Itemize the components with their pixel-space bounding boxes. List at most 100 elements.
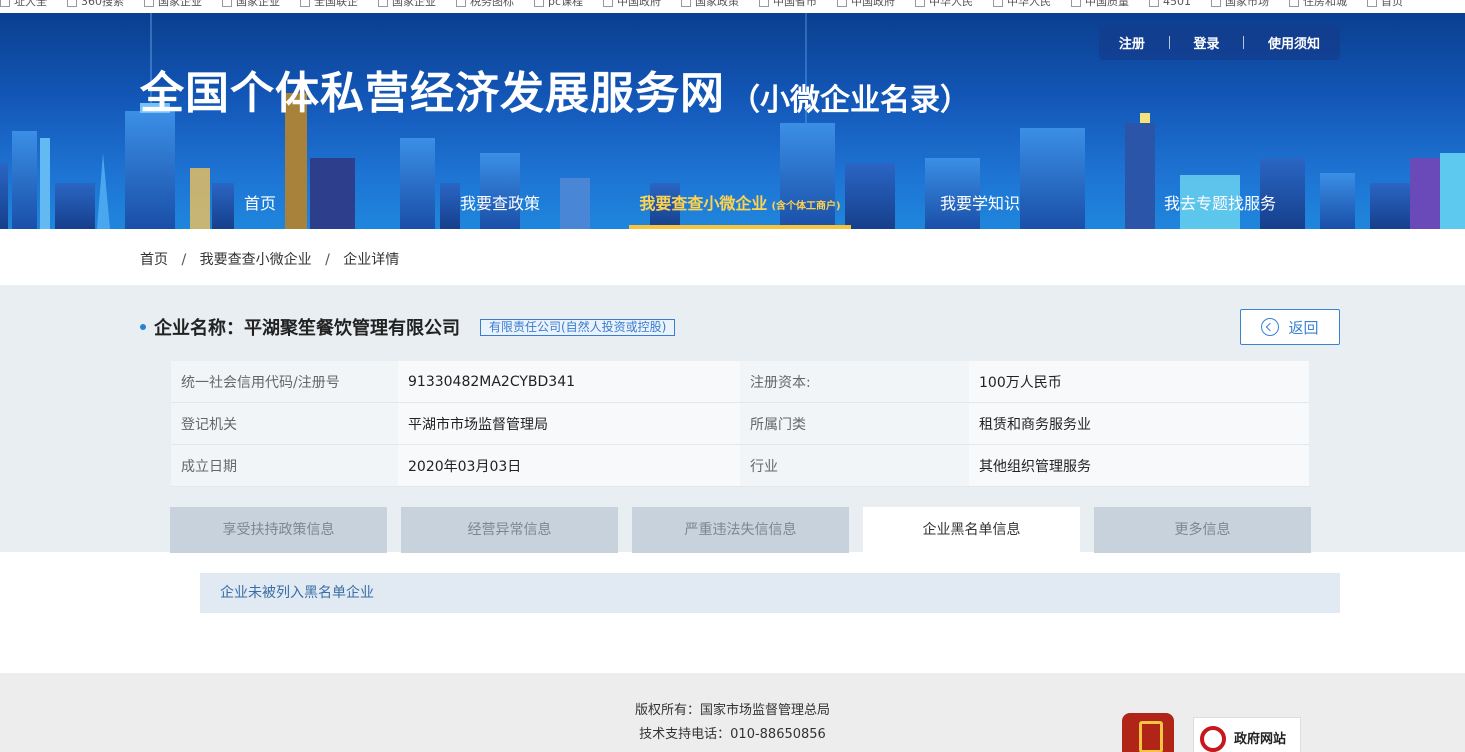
bookmark-icon — [534, 0, 544, 7]
tab-serious-violation[interactable]: 严重违法失信信息 — [632, 507, 849, 553]
login-link[interactable]: 登录 — [1193, 33, 1219, 52]
bookmark-label: 国家企业 — [392, 0, 436, 8]
company-name-label: 企业名称： — [154, 318, 244, 339]
bookmark-icon — [759, 0, 770, 7]
table-row: 登记机关 平湖市市场监督管理局 所属门类 租赁和商务服务业 — [171, 403, 1309, 445]
bookmark-item[interactable]: pc课程 — [534, 0, 583, 7]
bookmark-item[interactable]: 4501 — [1149, 0, 1191, 7]
user-links: 注册 登录 使用须知 — [1099, 25, 1340, 60]
bookmark-icon — [993, 0, 1004, 7]
bookmark-item[interactable]: 首页 — [1367, 0, 1403, 7]
bookmark-item[interactable]: 国家政策 — [681, 0, 739, 7]
main-nav: 首页 我要查政策 我要查查小微企业 (含个体工商户) 我要学知识 我去专题找服务 — [0, 189, 1465, 229]
bookmark-item[interactable]: 国家市场 — [1211, 0, 1269, 7]
bookmark-icon — [0, 0, 10, 7]
breadcrumb-small-business[interactable]: 我要查查小微企业 — [200, 252, 312, 268]
bookmark-item[interactable]: 国家企业 — [378, 0, 436, 7]
footer: 版权所有：国家市场监督管理总局 技术支持电话：010-88650856 政府网站 — [0, 673, 1465, 752]
nav-item-label: 我去专题找服务 — [1163, 194, 1276, 213]
bookmark-icon — [915, 0, 926, 7]
back-button-label: 返回 — [1288, 318, 1319, 337]
bookmarks-bar: 址大全 360搜索 国家企业 国家企业 全国联企 国家企业 税务图标 pc课程 中国政府 国家政策… — [0, 0, 1465, 13]
tab-support-policy[interactable]: 享受扶持政策信息 — [170, 507, 387, 553]
company-type-badge: 有限责任公司(自然人投资或控股) — [480, 318, 676, 336]
nav-item-services[interactable]: 我去专题找服务 — [1150, 189, 1290, 229]
nav-item-home[interactable]: 首页 — [210, 189, 310, 229]
bookmark-icon — [378, 0, 388, 7]
bookmark-icon — [300, 0, 310, 7]
bookmark-item[interactable]: 址大全 — [0, 0, 47, 7]
nav-item-policy[interactable]: 我要查政策 — [440, 189, 560, 229]
bookmark-icon — [456, 0, 466, 7]
bookmark-label: 国家企业 — [158, 0, 202, 8]
site-title: 全国个体私营经济发展服务网 — [140, 68, 725, 119]
field-value: 91330482MA2CYBD341 — [398, 361, 740, 403]
footer-copyright: 版权所有：国家市场监督管理总局 — [634, 703, 830, 718]
bookmark-label: 中国质量 — [1085, 0, 1130, 8]
bookmark-label: 4501 — [1163, 0, 1192, 8]
bookmark-item[interactable]: 住房和城 — [1289, 0, 1347, 7]
header-banner: 全国个体私营经济发展服务网 （小微企业名录） 注册 登录 使用须知 首页 我要查… — [0, 13, 1465, 229]
field-value: 平湖市市场监督管理局 — [398, 403, 740, 445]
company-name: 平湖聚笙餐饮管理有限公司 — [244, 318, 460, 339]
bookmark-icon — [67, 0, 77, 7]
bookmark-label: 首页 — [1381, 0, 1404, 8]
bookmark-icon — [681, 0, 692, 7]
bookmark-item[interactable]: 税务图标 — [456, 0, 514, 7]
guide-link[interactable]: 使用须知 — [1268, 33, 1320, 52]
bookmark-item[interactable]: 360搜索 — [67, 0, 124, 7]
blacklist-result: 企业未被列入黑名单企业 — [200, 573, 1340, 613]
breadcrumb-home[interactable]: 首页 — [140, 252, 168, 268]
back-arrow-icon — [1261, 318, 1280, 336]
info-tabs: 享受扶持政策信息 经营异常信息 严重违法失信信息 企业黑名单信息 更多信息 — [170, 507, 1311, 553]
bookmark-icon — [144, 0, 154, 7]
bookmark-item[interactable]: 中华人民 — [993, 0, 1051, 7]
tab-blacklist[interactable]: 企业黑名单信息 — [863, 507, 1080, 553]
tab-abnormal-operation[interactable]: 经营异常信息 — [401, 507, 618, 553]
bookmark-icon — [1071, 0, 1082, 7]
gov-website-badge[interactable]: 政府网站 — [1193, 717, 1301, 752]
bookmark-icon — [1211, 0, 1222, 7]
breadcrumb-separator: / — [181, 252, 187, 268]
breadcrumb-separator: / — [325, 252, 330, 268]
bookmark-item[interactable]: 国家企业 — [144, 0, 202, 7]
bookmark-item[interactable]: 中国政府 — [603, 0, 661, 7]
bookmark-item[interactable]: 中国省市 — [759, 0, 817, 7]
bookmark-label: 国家市场 — [1225, 0, 1270, 8]
bookmark-label: 住房和城 — [1303, 0, 1348, 8]
bookmark-label: 国家政策 — [695, 0, 740, 8]
bookmark-item[interactable]: 中国质量 — [1071, 0, 1129, 7]
bookmark-item[interactable]: 中华人民 — [915, 0, 973, 7]
gov-badge-label: 政府网站 — [1234, 732, 1287, 747]
field-value: 其他组织管理服务 — [969, 445, 1309, 487]
tab-more-info[interactable]: 更多信息 — [1094, 507, 1311, 553]
bookmark-item[interactable]: 中国政府 — [837, 0, 895, 7]
breadcrumb-current: 企业详情 — [343, 252, 400, 268]
bookmark-icon — [222, 0, 232, 7]
table-row: 成立日期 2020年03月03日 行业 其他组织管理服务 — [171, 445, 1309, 487]
nav-item-small-business[interactable]: 我要查查小微企业 (含个体工商户) — [629, 189, 851, 229]
bookmark-label: 中国省市 — [773, 0, 818, 8]
table-row: 统一社会信用代码/注册号 91330482MA2CYBD341 注册资本: 10… — [171, 361, 1309, 403]
nav-item-knowledge[interactable]: 我要学知识 — [920, 189, 1040, 229]
breadcrumb: 首页 / 我要查查小微企业 / 企业详情 — [140, 249, 399, 269]
bookmark-item[interactable]: 国家企业 — [222, 0, 280, 7]
bookmark-label: 中国政府 — [851, 0, 896, 8]
field-label: 注册资本: — [740, 361, 969, 403]
bookmark-label: 全国联企 — [314, 0, 358, 8]
emblem-icon[interactable] — [1122, 713, 1174, 752]
field-value: 租赁和商务服务业 — [969, 403, 1309, 445]
field-label: 登记机关 — [171, 403, 398, 445]
bookmark-item[interactable]: 全国联企 — [300, 0, 358, 7]
divider — [1243, 36, 1245, 49]
field-value: 2020年03月03日 — [398, 445, 740, 487]
register-link[interactable]: 注册 — [1119, 33, 1145, 52]
bookmark-label: 国家企业 — [236, 0, 280, 8]
bookmark-icon — [1367, 0, 1378, 7]
nav-item-label: 我要查政策 — [459, 194, 540, 213]
bookmark-icon — [603, 0, 614, 7]
field-label: 统一社会信用代码/注册号 — [171, 361, 398, 403]
nav-item-label: 我要学知识 — [939, 194, 1020, 213]
bullet-icon — [140, 324, 146, 330]
back-button[interactable]: 返回 — [1240, 309, 1340, 345]
